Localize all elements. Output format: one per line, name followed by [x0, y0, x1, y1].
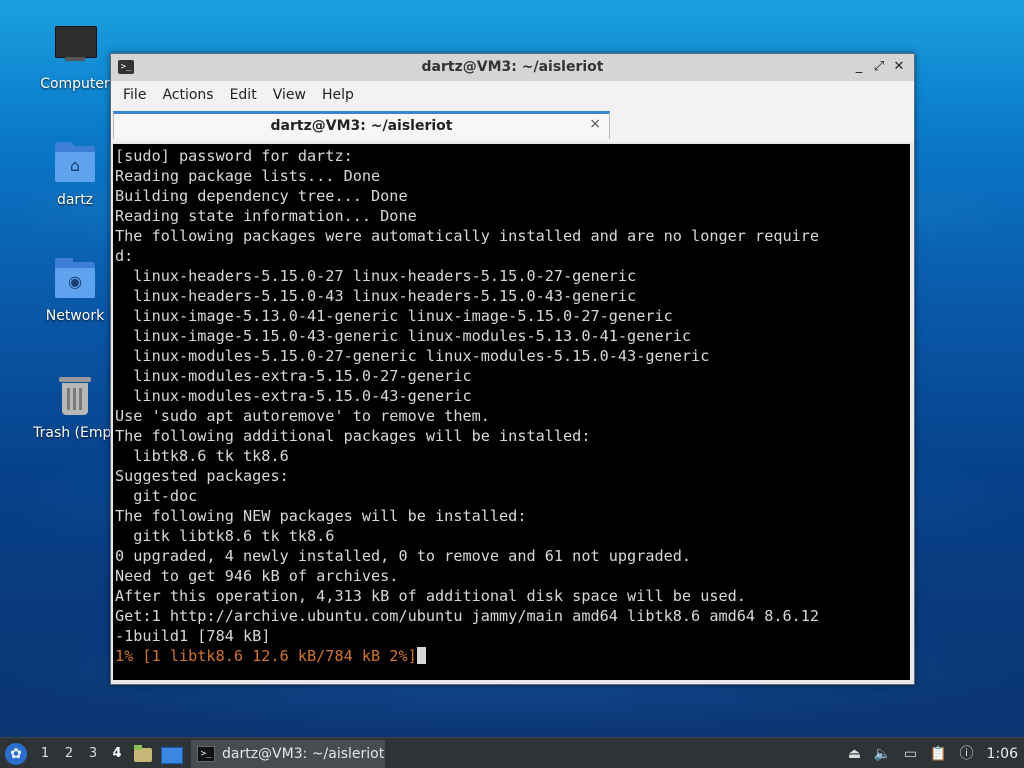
terminal-line: Building dependency tree... Done: [115, 187, 408, 205]
menu-view[interactable]: View: [265, 87, 314, 103]
tab-close-icon[interactable]: ×: [589, 116, 601, 132]
workspace-1[interactable]: 1: [33, 746, 57, 761]
terminal-line: libtk8.6 tk tk8.6: [115, 447, 289, 465]
terminal-line: d:: [115, 247, 134, 265]
taskbar: ✿ 1 2 3 4 >_ dartz@VM3: ~/aisleriot ⏏ 🔈 …: [0, 737, 1024, 768]
workspace-2[interactable]: 2: [57, 746, 81, 761]
terminal-line: Reading package lists... Done: [115, 167, 381, 185]
terminal-line: Get:1 http://archive.ubuntu.com/ubuntu j…: [115, 607, 820, 625]
network-folder-icon: ◉: [51, 256, 99, 304]
file-manager-icon[interactable]: [132, 744, 154, 764]
workspace-3[interactable]: 3: [81, 746, 105, 761]
terminal-line: Need to get 946 kB of archives.: [115, 567, 399, 585]
terminal-line: 0 upgraded, 4 newly installed, 0 to remo…: [115, 547, 692, 565]
terminal-line: Use 'sudo apt autoremove' to remove them…: [115, 407, 490, 425]
volume-icon[interactable]: 🔈: [873, 744, 893, 764]
taskbar-terminal-button[interactable]: >_ dartz@VM3: ~/aisleriot: [191, 739, 385, 768]
terminal-cursor: [416, 647, 426, 664]
eject-icon[interactable]: ⏏: [845, 744, 865, 764]
workspace-4[interactable]: 4: [105, 746, 129, 761]
minimize-button[interactable]: _: [850, 58, 868, 76]
terminal-line: linux-modules-5.15.0-27-generic linux-mo…: [115, 347, 710, 365]
terminal-icon: >_: [197, 745, 215, 762]
menu-edit[interactable]: Edit: [222, 87, 265, 103]
terminal-line: Suggested packages:: [115, 467, 289, 485]
trash-icon: [51, 373, 99, 421]
system-tray: ⏏ 🔈 ▭ 📋 ⓘ 1:06: [841, 744, 1024, 764]
terminal-line: The following packages were automaticall…: [115, 227, 820, 245]
terminal-line: linux-image-5.15.0-43-generic linux-modu…: [115, 327, 692, 345]
tab-label: dartz@VM3: ~/aisleriot: [270, 118, 453, 134]
terminal-line: After this operation, 4,313 kB of additi…: [115, 587, 746, 605]
terminal-line: linux-image-5.13.0-41-generic linux-imag…: [115, 307, 673, 325]
window-titlebar[interactable]: >_ dartz@VM3: ~/aisleriot _ ⤢ ✕: [111, 54, 914, 81]
tab-bar: dartz@VM3: ~/aisleriot ×: [111, 109, 914, 142]
terminal-output[interactable]: [sudo] password for dartz: Reading packa…: [113, 144, 910, 680]
terminal-line: Reading state information... Done: [115, 207, 417, 225]
terminal-line: The following NEW packages will be insta…: [115, 507, 527, 525]
start-menu-icon[interactable]: ✿: [5, 742, 27, 765]
close-button[interactable]: ✕: [890, 58, 908, 76]
terminal-line: git-doc: [115, 487, 198, 505]
terminal-line: linux-modules-extra-5.15.0-27-generic: [115, 367, 472, 385]
notification-icon[interactable]: ⓘ: [957, 744, 977, 764]
menu-file[interactable]: File: [115, 87, 154, 103]
menubar: File Actions Edit View Help: [111, 81, 914, 109]
terminal-tab[interactable]: dartz@VM3: ~/aisleriot ×: [113, 111, 610, 139]
show-desktop-icon[interactable]: [160, 744, 183, 764]
menu-actions[interactable]: Actions: [154, 87, 221, 103]
terminal-text: [sudo] password for dartz: Reading packa…: [113, 144, 910, 666]
progress-line: 1% [1 libtk8.6 12.6 kB/784 kB 2%]: [115, 647, 417, 665]
window-title: dartz@VM3: ~/aisleriot: [421, 59, 604, 75]
terminal-line: The following additional packages will b…: [115, 427, 591, 445]
clipboard-icon[interactable]: 📋: [929, 744, 949, 764]
menu-help[interactable]: Help: [314, 87, 362, 103]
clock[interactable]: 1:06: [987, 746, 1018, 762]
home-folder-icon: ⌂: [51, 140, 99, 188]
taskbar-task-label: dartz@VM3: ~/aisleriot: [222, 745, 385, 762]
terminal-line: -1build1 [784 kB]: [115, 627, 271, 645]
terminal-line: linux-modules-extra-5.15.0-43-generic: [115, 387, 472, 405]
network-icon[interactable]: ▭: [901, 744, 921, 764]
terminal-line: gitk libtk8.6 tk tk8.6: [115, 527, 335, 545]
terminal-line: linux-headers-5.15.0-43 linux-headers-5.…: [115, 287, 637, 305]
terminal-window[interactable]: >_ dartz@VM3: ~/aisleriot _ ⤢ ✕ File Act…: [110, 53, 915, 685]
terminal-line: linux-headers-5.15.0-27 linux-headers-5.…: [115, 267, 637, 285]
terminal-line: [sudo] password for dartz:: [115, 147, 353, 165]
maximize-button[interactable]: ⤢: [870, 58, 888, 76]
computer-icon: [51, 24, 99, 72]
